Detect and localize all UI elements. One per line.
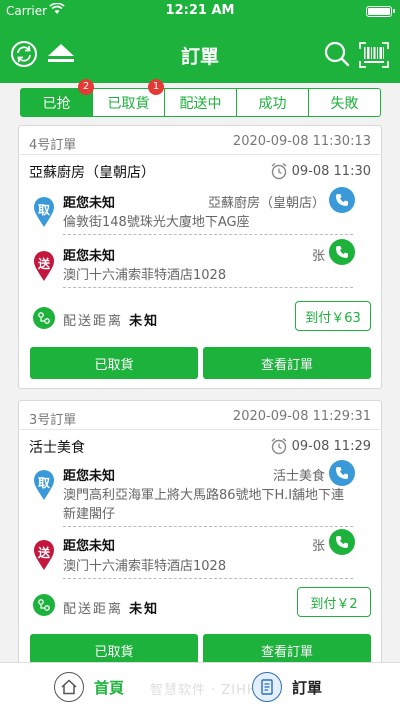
dropoff-distance: 距您未知	[63, 249, 116, 264]
phone-icon	[336, 467, 348, 479]
tab-label: 已抢	[42, 95, 71, 112]
battery-icon	[366, 6, 395, 17]
picked-up-button[interactable]: 已取貨	[30, 347, 198, 379]
order-number: 3号訂單	[29, 413, 77, 428]
dropoff-phone-button[interactable]	[329, 529, 355, 555]
search-icon[interactable]	[323, 40, 351, 68]
tab-grabbed[interactable]: 已抢 2	[21, 79, 94, 116]
pickup-name: 亞蘇廚房（皇朝店）	[207, 196, 325, 211]
eta-time: 09-08 11:30	[291, 163, 371, 179]
dropoff-address: 澳门十六浦索菲特酒店1028	[63, 266, 353, 288]
pickup-address: 倫敦街148號珠光大廈地下AG座	[63, 213, 353, 235]
nav-orders-label: 訂單	[292, 678, 323, 697]
divider	[19, 429, 381, 430]
order-number: 4号訂單	[29, 138, 77, 153]
nav-home-label: 首頁	[94, 678, 125, 697]
phone-icon	[336, 246, 348, 258]
dropoff-address: 澳门十六浦索菲特酒店1028	[63, 557, 353, 579]
dropoff-distance: 距您未知	[63, 539, 116, 554]
order-datetime: 2020-09-08 11:29:31	[232, 409, 371, 424]
pickup-name: 活士美食	[272, 469, 325, 484]
bottom-nav: 智慧软件 · ZIHH 首頁 訂單	[0, 662, 400, 710]
payment-button[interactable]: 到付￥2	[297, 587, 371, 617]
divider	[19, 154, 381, 155]
tab-count-badge: 2	[78, 79, 94, 95]
dropoff-phone-button[interactable]	[329, 239, 355, 265]
tab-label: 配送中	[179, 95, 222, 112]
document-icon	[252, 672, 282, 702]
phone-icon	[336, 536, 348, 548]
distance-value: 未知	[129, 314, 160, 329]
pickup-distance: 距您未知	[63, 469, 116, 484]
dropoff-tag: 送	[37, 546, 50, 560]
watermark: 智慧软件 · ZIHH	[150, 683, 258, 698]
home-icon	[54, 672, 84, 702]
clock: 12:21 AM	[165, 3, 235, 18]
payment-button[interactable]: 到付￥63	[295, 301, 371, 331]
pickup-tag: 取	[37, 476, 50, 490]
pickup-tag: 取	[37, 203, 50, 217]
tab-success[interactable]: 成功	[237, 89, 309, 116]
shop-name: 亞蘇廚房（皇朝店）	[29, 165, 155, 181]
eta: 09-08 11:30	[270, 162, 371, 180]
order-card: 4号訂單 2020-09-08 11:30:13 亞蘇廚房（皇朝店） 09-08…	[18, 125, 382, 389]
pickup-address: 澳門高利亞海軍上將大馬路86號地下H.I舖地下連新建閣仔	[63, 486, 353, 527]
status-tabs: 已抢 2 已取貨 1 配送中 成功 失敗	[20, 79, 381, 117]
barcode-scan-icon[interactable]	[359, 42, 389, 68]
eta-time: 09-08 11:29	[291, 438, 371, 454]
view-order-button[interactable]: 查看訂單	[203, 347, 371, 379]
tab-picked-up[interactable]: 已取貨 1	[93, 79, 165, 116]
eta: 09-08 11:29	[270, 437, 371, 455]
distance-info: 配送距离 未知	[63, 598, 159, 617]
tab-delivering[interactable]: 配送中	[165, 89, 237, 116]
dropoff-tag: 送	[37, 257, 50, 271]
pickup-phone-button[interactable]	[329, 460, 355, 486]
tab-failed[interactable]: 失敗	[309, 89, 380, 116]
order-card: 3号訂單 2020-09-08 11:29:31 活士美食 09-08 11:2…	[18, 400, 382, 670]
alarm-clock-icon	[271, 437, 287, 455]
distance-value: 未知	[129, 602, 160, 617]
distance-label: 配送距离	[63, 602, 124, 617]
tab-count-badge: 1	[148, 79, 164, 95]
route-icon	[33, 594, 55, 616]
tab-label: 失敗	[330, 95, 359, 112]
phone-icon	[336, 194, 348, 206]
distance-label: 配送距离	[63, 314, 124, 329]
pickup-distance: 距您未知	[63, 196, 116, 211]
app-header: Carrier 12:21 AM 訂單	[0, 0, 400, 83]
nav-orders[interactable]: 訂單	[252, 663, 322, 710]
status-bar: Carrier 12:21 AM	[0, 0, 400, 22]
pickup-phone-button[interactable]	[329, 187, 355, 213]
dropoff-name: 张	[311, 539, 325, 554]
route-icon	[33, 307, 55, 329]
alarm-clock-icon	[271, 162, 287, 180]
nav-home[interactable]: 首頁	[54, 663, 124, 710]
order-datetime: 2020-09-08 11:30:13	[232, 134, 371, 149]
tab-label: 已取貨	[107, 95, 150, 112]
dropoff-name: 张	[311, 249, 325, 264]
tab-label: 成功	[258, 95, 287, 112]
distance-info: 配送距离 未知	[63, 310, 159, 329]
shop-name: 活士美食	[29, 440, 85, 456]
